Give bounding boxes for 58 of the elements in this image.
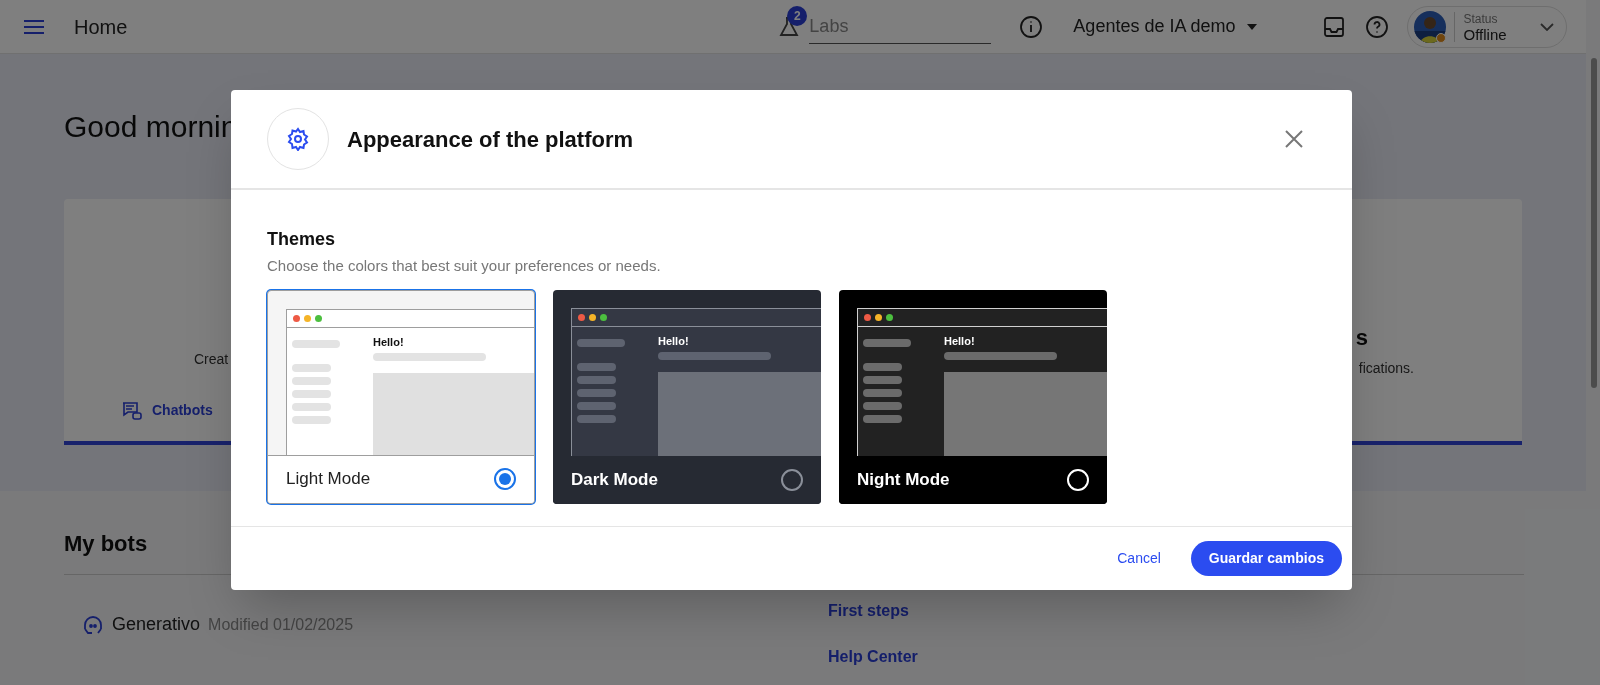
placeholder-bar	[863, 375, 902, 384]
placeholder-bar	[863, 414, 902, 423]
placeholder-bar	[292, 363, 331, 372]
workspace-dropdown[interactable]: Agentes de IA demo	[1073, 13, 1258, 40]
placeholder-bar	[863, 362, 902, 371]
hello-text: Hello!	[373, 335, 405, 349]
save-button[interactable]: Guardar cambios	[1190, 541, 1342, 576]
chatbots-link[interactable]: Chatbots	[122, 400, 213, 421]
scrollbar-thumb[interactable]	[1591, 58, 1597, 388]
theme-label: Light Mode	[286, 468, 371, 491]
section-title: Themes	[267, 228, 337, 251]
help-link[interactable]: First steps	[828, 599, 918, 623]
placeholder-bar	[863, 401, 902, 410]
placeholder-bar	[863, 338, 911, 347]
placeholder-bar	[863, 388, 902, 397]
radio-button[interactable]	[781, 468, 803, 491]
placeholder-bar	[577, 375, 616, 384]
bot-name[interactable]: Generativo	[112, 611, 201, 638]
theme-card[interactable]: Hello! Night Mode	[839, 289, 1107, 504]
chat-icon	[122, 401, 142, 420]
inbox-icon[interactable]	[1323, 15, 1346, 38]
page-title: Home	[74, 14, 128, 40]
info-icon[interactable]	[1019, 14, 1044, 39]
hello-text: Hello!	[658, 334, 690, 348]
headset-icon	[82, 614, 104, 635]
placeholder-bar	[577, 414, 616, 423]
theme-card[interactable]: Hello! Dark Mode	[553, 289, 821, 504]
placeholder-bar	[577, 338, 625, 347]
placeholder-bar	[577, 388, 616, 397]
placeholder-bar	[292, 415, 331, 424]
theme-label: Dark Mode	[571, 468, 658, 491]
caret-icon	[1247, 23, 1258, 30]
card-title: s	[1355, 324, 1368, 352]
menu-icon[interactable]	[22, 17, 46, 36]
help-icon[interactable]	[1365, 14, 1390, 39]
notification-badge: 2	[787, 5, 808, 26]
chevron-down-icon	[1540, 22, 1555, 31]
section-subtitle: Choose the colors that best suit your preferences or needs.	[267, 256, 662, 276]
cancel-button[interactable]: Cancel	[1113, 548, 1165, 569]
close-icon	[1285, 130, 1303, 148]
placeholder-bar	[577, 401, 616, 410]
theme-label: Night Mode	[857, 468, 950, 491]
radio-button[interactable]	[494, 468, 516, 490]
settings-icon	[286, 127, 310, 151]
status-label: Status	[1463, 11, 1498, 27]
labs-field[interactable]: Labs	[809, 9, 992, 44]
dialog-title: Appearance of the platform	[347, 125, 634, 154]
placeholder-bar	[292, 389, 331, 398]
card-description: Creat	[194, 350, 229, 369]
status-value: Offline	[1463, 26, 1507, 42]
placeholder-bar	[292, 402, 331, 411]
placeholder-bar	[292, 376, 331, 385]
theme-card[interactable]: Hello! Light Mode	[267, 289, 535, 504]
hello-text: Hello!	[944, 334, 976, 348]
help-link[interactable]: Help Center	[828, 645, 918, 669]
placeholder-bar	[577, 362, 616, 371]
card-description: fications.	[1358, 359, 1414, 378]
placeholder-bar	[292, 339, 340, 348]
